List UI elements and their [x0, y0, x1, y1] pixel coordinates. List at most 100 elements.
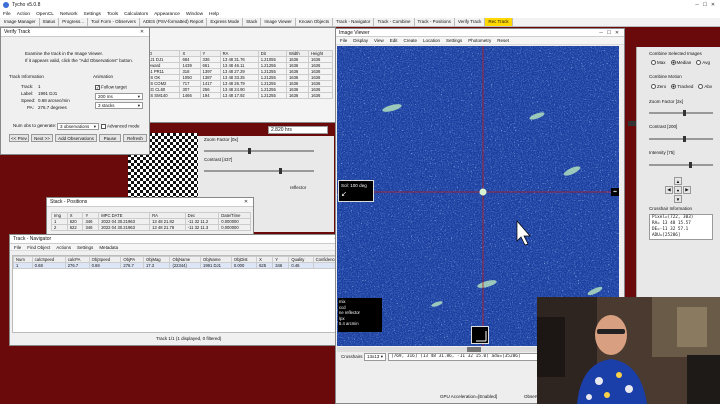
- intensity-slider[interactable]: [649, 162, 713, 168]
- menu-item-settings[interactable]: Settings: [84, 12, 101, 17]
- viewer-menu-view[interactable]: View: [374, 38, 384, 43]
- viewer-menu-settings[interactable]: Settings: [446, 38, 462, 43]
- motion-radio-abv[interactable]: Abv: [698, 84, 712, 90]
- scale-overlay-line: 5.4 arcmin: [339, 321, 359, 326]
- combine-radio-max[interactable]: Max: [651, 60, 666, 66]
- prev-button[interactable]: << Prev: [9, 134, 29, 142]
- tab-track-positions[interactable]: Track - Positions: [415, 18, 455, 26]
- maximize-icon[interactable]: ☐: [605, 30, 613, 36]
- table-row[interactable]: 1 0.68 276.7 0.69 276.7 17.3 (22344) 1991 DJ1 0.…: [13, 262, 350, 269]
- crosshair-info-line: ADU=[25286]: [652, 233, 681, 238]
- pan-left-icon[interactable]: ◀: [665, 186, 673, 194]
- zoom-factor-right-slider[interactable]: [649, 110, 713, 116]
- motion-title: Combine Motion: [649, 74, 682, 79]
- verify-close-icon[interactable]: ✕: [138, 29, 146, 35]
- zoom-factor-slider[interactable]: [204, 148, 314, 154]
- tycho-app-icon: [3, 2, 9, 8]
- pan-center-icon[interactable]: ●: [674, 186, 682, 194]
- tab-known-objects[interactable]: Known Objects: [296, 18, 334, 26]
- compass-overlay: [471, 326, 489, 344]
- radio-icon: [670, 60, 676, 66]
- menu-item-network[interactable]: Network: [60, 12, 78, 17]
- tab-status[interactable]: Status: [40, 18, 60, 26]
- gpu-status: GPU Acceleration=[Enabled]: [440, 394, 498, 399]
- minimize-icon[interactable]: ─: [693, 2, 701, 8]
- tab-track-navigator[interactable]: Track - Navigator: [333, 18, 375, 26]
- menu-item-opencl[interactable]: OpenCL: [36, 12, 54, 17]
- pan-down-icon[interactable]: ▼: [674, 195, 682, 203]
- tab-progress-[interactable]: Progress...: [59, 18, 89, 26]
- viewer-side-handle[interactable]: [628, 121, 636, 126]
- navigator-menu-actions[interactable]: Actions: [56, 245, 71, 250]
- track-label: Track:: [21, 84, 34, 89]
- menu-item-appearance[interactable]: Appearance: [154, 12, 180, 17]
- animation-frames-select[interactable]: 3 stacks ▾: [95, 102, 143, 109]
- table-cell: 276.7: [120, 262, 144, 269]
- pause-button[interactable]: Pause: [99, 134, 121, 142]
- maximize-icon[interactable]: ☐: [701, 2, 709, 8]
- contrast-right-label: Contrast [200]: [649, 124, 678, 129]
- pa-label: PA:: [27, 105, 34, 110]
- scale-overlay: mix ccd ne reflector/px 5.4 arcmin: [338, 298, 382, 332]
- viewer-menu-reset[interactable]: Reset: [497, 38, 509, 43]
- next-button[interactable]: Next >>: [31, 134, 53, 142]
- combine-radio-avg[interactable]: Avg: [696, 60, 710, 66]
- pan-right-icon[interactable]: ▶: [683, 186, 691, 194]
- speed-label: Speed:: [21, 98, 36, 103]
- advanced-mode-checkbox[interactable]: Advanced mode: [101, 124, 140, 130]
- chevron-down-icon: ▾: [380, 354, 383, 359]
- menu-item-window[interactable]: Window: [186, 12, 203, 17]
- contrast-slider[interactable]: [204, 168, 314, 174]
- follow-target-checkbox[interactable]: ✓Follow target: [95, 85, 127, 91]
- tab-stack[interactable]: Stack: [243, 18, 262, 26]
- viewer-menu-create[interactable]: Create: [403, 38, 417, 43]
- tab-image-manager[interactable]: Image Manager: [1, 18, 40, 26]
- table-cell: 0.000000: [218, 224, 251, 231]
- animation-speed-select[interactable]: 200 ms ▾: [95, 93, 143, 100]
- tab-rec-track[interactable]: Rec Track: [485, 18, 513, 26]
- tab-express-mode[interactable]: Express Mode: [207, 18, 244, 26]
- refresh-button[interactable]: Refresh: [123, 134, 147, 142]
- track-value: 1: [38, 84, 41, 89]
- crosshairs-label: Crosshairs: [341, 354, 363, 359]
- motion-radio-tracked[interactable]: Tracked: [671, 84, 693, 90]
- tab-tool-form-observers[interactable]: Tool Form - Observers: [88, 18, 140, 26]
- image-viewer-titlebar: Image Viewer ─ ☐ ✕: [336, 29, 624, 37]
- viewer-close-icon[interactable]: ✕: [613, 30, 621, 36]
- menu-item-help[interactable]: Help: [209, 12, 219, 17]
- menu-item-action[interactable]: Action: [17, 12, 30, 17]
- crosshairs-select[interactable]: 13x13 ▾: [364, 353, 386, 361]
- viewer-menu-edit[interactable]: Edit: [390, 38, 398, 43]
- table-row[interactable]: 5S SM140 1466 194 13 48 17.92 1.21255 1636 163…: [144, 92, 334, 99]
- viewer-menu-location[interactable]: Location: [423, 38, 440, 43]
- viewer-menu-photometry[interactable]: Photometry: [468, 38, 491, 43]
- tab-image-viewer[interactable]: Image Viewer: [261, 18, 296, 26]
- menu-item-calculators[interactable]: Calculators: [124, 12, 148, 17]
- menu-item-tools[interactable]: Tools: [107, 12, 118, 17]
- table-cell: 1466: [179, 92, 201, 99]
- contrast-right-slider[interactable]: [649, 136, 713, 142]
- navigator-menu-metadata[interactable]: Metadata: [99, 245, 118, 250]
- viewer-menu-file[interactable]: File: [340, 38, 347, 43]
- motion-radio-zero[interactable]: Zero: [651, 84, 666, 90]
- navigator-menu-file[interactable]: File: [14, 245, 21, 250]
- table-cell: 0.46: [288, 262, 314, 269]
- combine-radio-median[interactable]: Median: [670, 60, 691, 66]
- navigator-menu-find-object[interactable]: Find Object: [27, 245, 50, 250]
- tab-ades-psv-formatted-report[interactable]: ADES (PSV-formatted) Report: [140, 18, 208, 26]
- num-obs-select[interactable]: 3 observations ▾: [57, 123, 99, 130]
- pan-up-icon[interactable]: ▲: [674, 177, 682, 185]
- table-row[interactable]: 2 622 346 2022 04 30.21963 13 48 21.78 -11 32…: [51, 224, 251, 231]
- viewer-menu-display[interactable]: Display: [353, 38, 368, 43]
- positions-close-icon[interactable]: ✕: [242, 199, 250, 205]
- webcam-presenter-image: [537, 297, 720, 404]
- tab-verify-track[interactable]: Verify Track: [455, 18, 486, 26]
- close-icon[interactable]: ✕: [709, 2, 717, 8]
- radio-icon: [698, 84, 704, 90]
- table-cell: 2: [51, 224, 68, 231]
- add-observations-button[interactable]: Add Observations: [55, 134, 97, 142]
- minimize-icon[interactable]: ─: [597, 30, 605, 36]
- tab-track-combine[interactable]: Track - Combine: [374, 18, 415, 26]
- navigator-menu-settings[interactable]: Settings: [77, 245, 93, 250]
- menu-item-file[interactable]: File: [3, 12, 11, 17]
